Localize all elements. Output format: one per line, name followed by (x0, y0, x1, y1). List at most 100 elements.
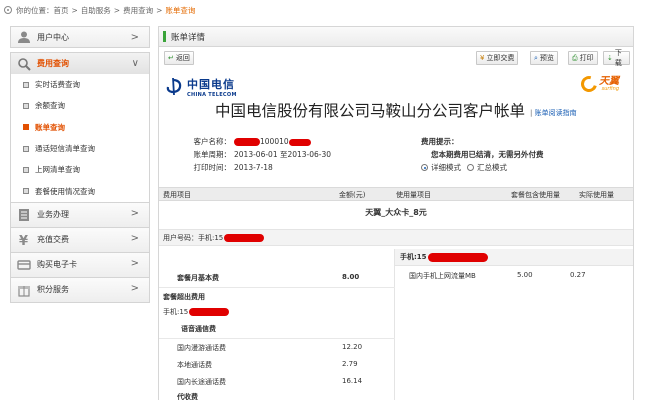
preview-button[interactable]: ⌕ 预览 (530, 51, 558, 65)
breadcrumb-fee-query[interactable]: 费用查询 (123, 5, 153, 16)
phone-header-right: 手机:15 (395, 249, 633, 266)
china-telecom-swirl-icon (166, 78, 182, 96)
sidebar-item-recharge[interactable]: ¥ 充值交费 > (10, 226, 150, 252)
long-distance-label: 国内长途通话费 (177, 378, 226, 386)
back-button[interactable]: ↵ 返回 (164, 51, 194, 65)
bullet-icon (23, 124, 29, 131)
sidebar-item-label: 购买电子卡 (37, 260, 77, 270)
sidebar-item-user-center[interactable]: 用户中心 > (10, 26, 150, 48)
col-actual-usage: 实际使用量 (579, 191, 614, 199)
bullet-icon (23, 166, 29, 173)
roaming-call-value: 12.20 (342, 343, 363, 351)
svg-text:¥: ¥ (19, 234, 28, 247)
gift-icon (18, 285, 30, 297)
tianyi-logo: 天翼 surfing (578, 73, 619, 95)
tianyi-en-text: surfing (601, 85, 619, 92)
breadcrumb-self-service[interactable]: 自助服务 (81, 5, 111, 16)
redaction-mark (189, 308, 230, 316)
fee-query-submenu: 实时话费查询 余额查询 账单查询 通话短信清单查询 上网清单查询 套餐使用情况查… (10, 74, 150, 202)
user-icon (18, 31, 30, 43)
package-name: 天翼_大众卡_8元 (365, 208, 427, 217)
row-divider (159, 287, 395, 288)
fee-tips-title: 费用提示： (421, 137, 459, 146)
bill-table-header: 费用项目 金额(元) 使用量项目 套餐包含使用量 实际使用量 (159, 187, 633, 201)
sidebar-groups: 业务办理 > ¥ 充值交费 > 购买电子卡 > 积分服务 > (10, 201, 150, 303)
submenu-item-internet-list[interactable]: 上网清单查询 (11, 159, 149, 180)
pay-now-button[interactable]: ¥ 立即交费 (476, 51, 519, 65)
search-icon (18, 57, 31, 71)
user-number-row: 用户号码：手机:15 (159, 229, 633, 246)
sidebar-item-business[interactable]: 业务办理 > (10, 201, 150, 227)
monthly-fee-label: 套餐月基本费 (177, 274, 219, 282)
collection-fee-label: 代收费 (177, 393, 198, 400)
chevron-down-icon: ∨ (131, 58, 139, 69)
submenu-item-realtime-fee[interactable]: 实时话费查询 (11, 74, 149, 95)
sidebar-item-points[interactable]: 积分服务 > (10, 276, 150, 302)
tianyi-cn-text: 天翼 (599, 75, 619, 87)
download-button[interactable]: ⇣ 下载 (603, 49, 630, 67)
breadcrumb-prefix: 你的位置： (16, 5, 54, 15)
redaction-mark (288, 138, 311, 146)
submenu-item-label: 余额查询 (35, 101, 65, 111)
customer-name-value: 100010 (260, 137, 289, 146)
submenu-item-bill-query[interactable]: 账单查询 (11, 117, 149, 138)
breadcrumb-home[interactable]: 首页 (54, 5, 69, 16)
pay-button-label: 立即交费 (486, 54, 515, 62)
bill-period-value: 2013-06-01 至2013-06-30 (234, 150, 332, 159)
sidebar-item-fee-query[interactable]: 费用查询 ∨ (10, 52, 150, 74)
chevron-right-icon: > (130, 232, 139, 244)
chevron-right-icon: > (130, 32, 139, 43)
detail-mode-radio[interactable] (421, 164, 428, 171)
print-time-value: 2013-7-18 (234, 163, 273, 172)
fee-tips-text: 您本期费用已结清，无需另外付费 (431, 150, 544, 159)
tianyi-swirl-icon (578, 73, 600, 95)
fee-detail-left: 套餐月基本费 8.00 套餐超出费用 手机:15 语音通信费 国内漫游通话费 1… (159, 249, 395, 400)
bullet-icon (23, 145, 29, 152)
chevron-right-icon: > (130, 207, 139, 219)
submenu-item-label: 套餐使用情况查询 (35, 186, 95, 196)
summary-mode-radio[interactable] (467, 164, 474, 171)
back-button-label: 返回 (175, 54, 190, 62)
header-accent-bar (163, 31, 166, 42)
bill-title: 中国电信股份有限公司马鞍山分公司客户帐单 (215, 102, 526, 120)
chevron-right-icon: > (130, 282, 139, 294)
detail-mode-label[interactable]: 详细模式 (431, 162, 461, 173)
sidebar-item-label: 费用查询 (37, 59, 69, 68)
col-amount: 金额(元) (339, 191, 366, 199)
bill-period-label: 账单周期： (193, 150, 232, 159)
print-button-label: 打印 (579, 54, 594, 62)
logo-cn-text: 中国电信 (187, 78, 235, 91)
submenu-item-balance[interactable]: 余额查询 (11, 95, 149, 116)
sidebar: 用户中心 > 费用查询 ∨ 实时话费查询 余额查询 账单查询 通话短信清单查询 … (10, 26, 150, 303)
view-mode-selector: 详细模式 汇总模式 (421, 161, 621, 174)
col-usage-item: 使用量项目 (396, 191, 431, 199)
monthly-fee-value: 8.00 (342, 273, 360, 281)
sidebar-item-label: 充值交费 (37, 235, 69, 245)
bill-reading-guide-link[interactable]: 账单阅读指南 (530, 108, 577, 118)
summary-mode-label[interactable]: 汇总模式 (477, 162, 507, 173)
sidebar-item-buy-ecard[interactable]: 购买电子卡 > (10, 251, 150, 277)
local-call-value: 2.79 (342, 360, 358, 368)
overage-phone-row: 手机:15 (163, 307, 230, 317)
col-package-usage: 套餐包含使用量 (511, 191, 560, 199)
submenu-item-label: 通话短信清单查询 (35, 144, 95, 154)
yen-icon: ¥ (480, 54, 485, 62)
logo-en-text: CHINA TELECOM (187, 92, 237, 98)
magnifier-icon: ⌕ (534, 53, 538, 62)
submenu-item-package-usage[interactable]: 套餐使用情况查询 (11, 180, 149, 201)
location-pin-icon (4, 6, 12, 14)
chevron-right-icon: > (130, 257, 139, 269)
mobile-data-actual: 0.27 (570, 271, 586, 279)
panel-header: 账单详情 (159, 27, 633, 47)
sidebar-item-label: 业务办理 (37, 210, 69, 220)
doc-icon (19, 208, 29, 221)
overage-phone-label: 手机:15 (163, 308, 189, 316)
submenu-item-call-sms-list[interactable]: 通话短信清单查询 (11, 138, 149, 159)
toolbar: ↵ 返回 ¥ 立即交费 ⌕ 预览 ⎙ 打印 ⇣ 下载 (162, 49, 630, 67)
sidebar-item-label: 用户中心 (37, 32, 69, 42)
local-call-label: 本地通话费 (177, 361, 212, 369)
back-arrow-icon: ↵ (168, 54, 174, 62)
print-button[interactable]: ⎙ 打印 (568, 51, 598, 65)
voice-fee-label: 语音通信费 (181, 325, 216, 333)
mobile-data-included: 5.00 (517, 271, 533, 279)
